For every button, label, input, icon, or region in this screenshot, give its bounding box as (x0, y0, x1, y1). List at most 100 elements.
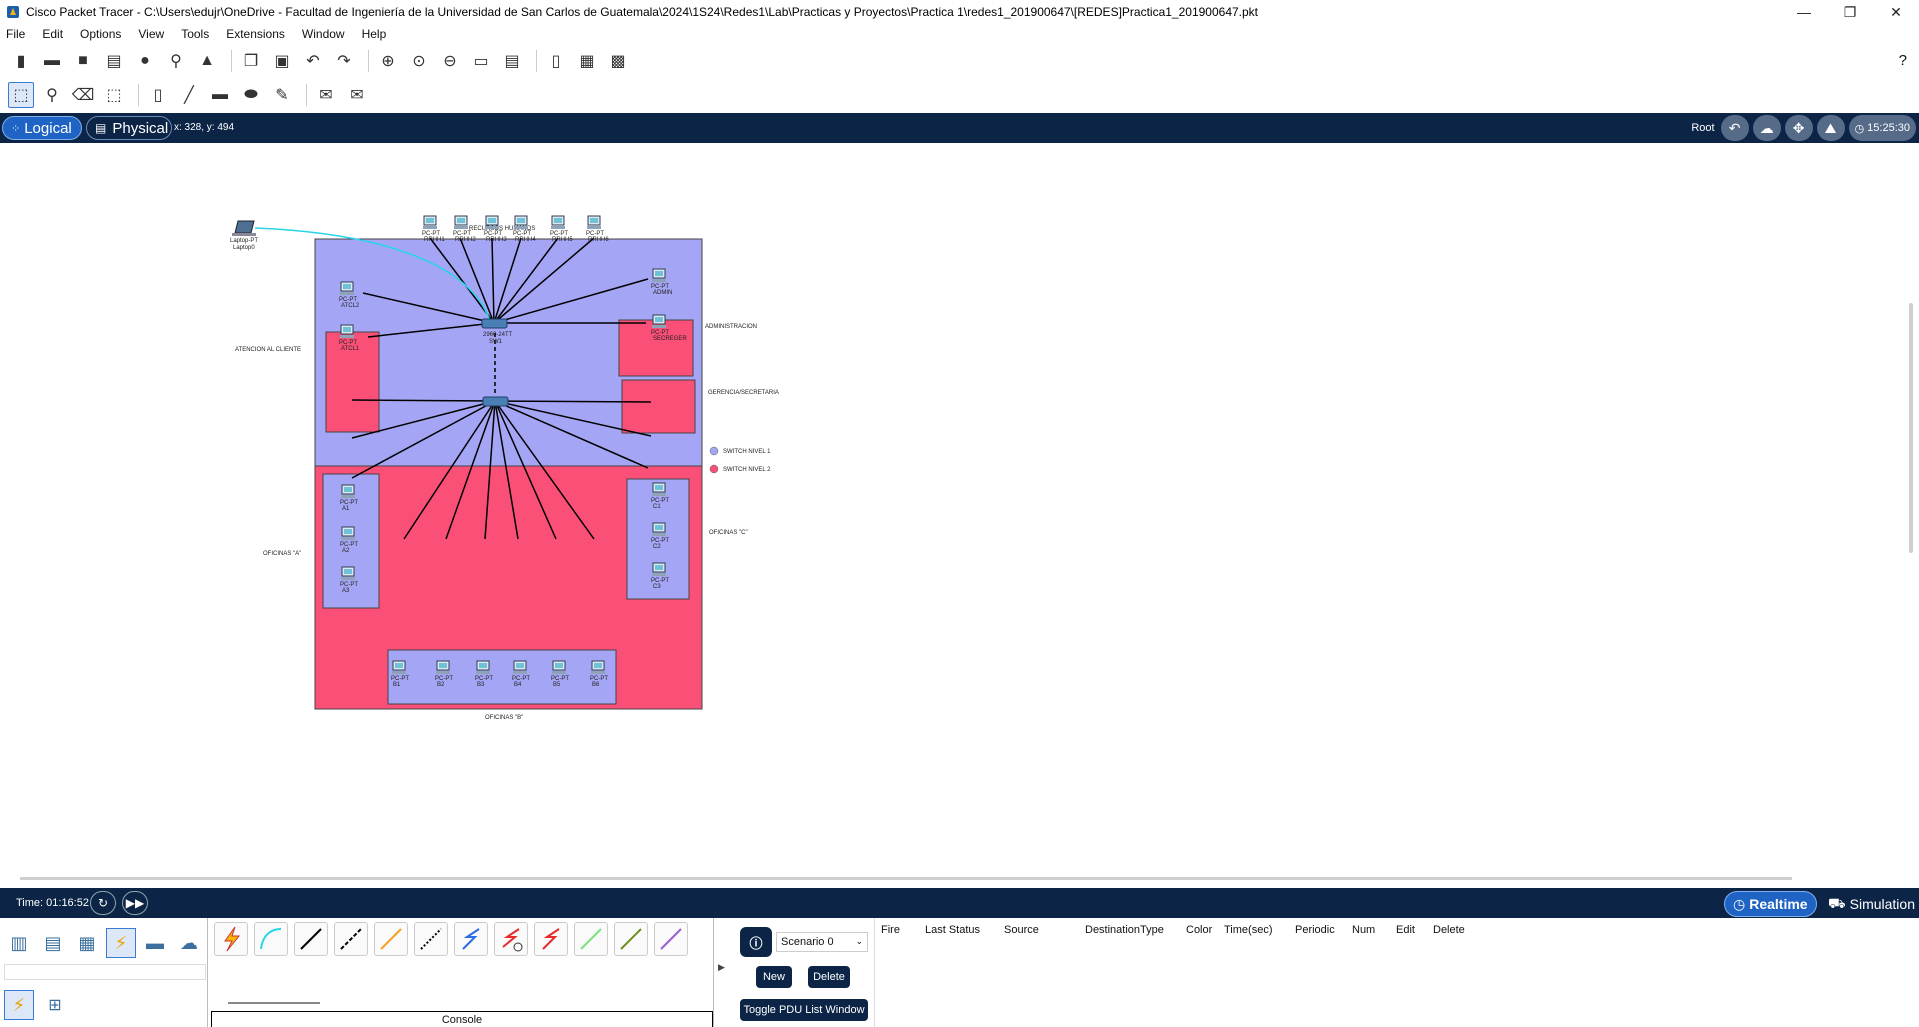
pc-rrhh5[interactable]: PC-PTRRHH5 (550, 215, 573, 243)
pc-rrhh1[interactable]: PC-PTRRHH1 (422, 215, 445, 243)
topology-canvas[interactable]: RECURSOS HUMANOS ATENCION AL CLIENTE ADM… (0, 143, 1919, 876)
network-devices-icon[interactable]: ▥ (4, 928, 34, 958)
toggle-pdu-list-button[interactable]: Toggle PDU List Window (740, 999, 868, 1021)
pc-name-label: B3 (477, 682, 485, 688)
menu-file[interactable]: File (6, 27, 25, 41)
draw-line-icon[interactable]: ╱ (176, 82, 202, 108)
viewport-icon[interactable]: ▯ (543, 48, 569, 74)
cluster-icon[interactable]: ▩ (605, 48, 631, 74)
set-background-icon[interactable]: ⛰ (1816, 115, 1845, 141)
zoom-reset-icon[interactable]: ⊙ (406, 48, 432, 74)
zoom-out-icon[interactable]: ⊖ (437, 48, 463, 74)
menu-view[interactable]: View (138, 27, 164, 41)
menu-extensions[interactable]: Extensions (226, 27, 285, 41)
paste-icon[interactable]: ▣ (269, 48, 295, 74)
horizontal-scrollbar[interactable] (20, 877, 1792, 880)
realtime-label: Realtime (1749, 896, 1808, 912)
label-gerencia: GERENCIA/SECRETARIA (708, 390, 779, 396)
gerencia-area[interactable] (621, 379, 696, 434)
copper-cross-over-icon[interactable] (334, 922, 368, 956)
zoom-in-icon[interactable]: ⊕ (375, 48, 401, 74)
menu-options[interactable]: Options (80, 27, 121, 41)
new-cluster-icon[interactable]: ☁ (1752, 115, 1781, 141)
phone-cable-icon[interactable] (414, 922, 448, 956)
switch-sw2[interactable] (482, 396, 509, 407)
logical-workspace[interactable]: RECURSOS HUMANOS ATENCION AL CLIENTE ADM… (0, 143, 1919, 876)
auto-connection-icon[interactable] (214, 922, 248, 956)
serial-dce-icon[interactable] (494, 922, 528, 956)
activity-wizard-icon[interactable]: ▲ (194, 48, 220, 74)
usb-cable-icon[interactable] (654, 922, 688, 956)
window-title: Cisco Packet Tracer - C:\Users\edujr\One… (26, 5, 1259, 19)
new-file-icon[interactable]: ▮ (8, 48, 34, 74)
console-cable-icon[interactable] (254, 922, 288, 956)
admin-area[interactable] (618, 319, 694, 377)
end-devices-icon[interactable]: ▤ (38, 928, 68, 958)
freeform-icon[interactable]: ✎ (269, 82, 295, 108)
delete-tool-icon[interactable]: ⌫ (70, 82, 96, 108)
scenario-select[interactable]: Scenario 0 ⌄ (776, 932, 868, 952)
add-simple-pdu-icon[interactable]: ✉ (313, 82, 339, 108)
tab-logical[interactable]: ⁘ Logical (2, 116, 82, 140)
console-tab[interactable]: Console (211, 1011, 713, 1027)
iot-custom-cable-icon[interactable] (614, 922, 648, 956)
back-icon[interactable]: ↶ (1720, 115, 1749, 141)
inspect-tool-icon[interactable]: ⚲ (39, 82, 65, 108)
power-cycle-icon[interactable]: ↻ (90, 891, 116, 915)
cable-scroll-handle[interactable] (228, 1002, 320, 1004)
resize-shape-icon[interactable]: ⬚ (101, 82, 127, 108)
fast-forward-icon[interactable]: ▶▶ (122, 891, 148, 915)
drawing-palette-icon[interactable]: ▭ (468, 48, 494, 74)
delete-scenario-button[interactable]: Delete (808, 966, 850, 988)
menu-edit[interactable]: Edit (42, 27, 63, 41)
coaxial-cable-icon[interactable] (454, 922, 488, 956)
add-complex-pdu-icon[interactable]: ✉ (344, 82, 370, 108)
fiber-icon[interactable] (374, 922, 408, 956)
pc-rrhh6[interactable]: PC-PTRRHH6 (586, 215, 609, 243)
connections-icon[interactable]: ⚡ (106, 928, 136, 958)
move-object-icon[interactable]: ✥ (1784, 115, 1813, 141)
print-icon[interactable]: ▤ (101, 48, 127, 74)
new-scenario-button[interactable]: New (756, 966, 792, 988)
components-icon[interactable]: ▦ (72, 928, 102, 958)
vertical-scrollbar[interactable] (1909, 303, 1913, 553)
custom-device-icon[interactable]: ▤ (499, 48, 525, 74)
simulation-button[interactable]: ⛟ Simulation (1820, 891, 1919, 917)
draw-rectangle-icon[interactable]: ▬ (207, 82, 233, 108)
undo-icon[interactable]: ↶ (300, 48, 326, 74)
open-folder-icon[interactable]: ▬ (39, 48, 65, 74)
device-search-field[interactable] (4, 964, 206, 980)
copper-straight-through-icon[interactable] (294, 922, 328, 956)
menu-help[interactable]: Help (362, 27, 387, 41)
select-tool-icon[interactable]: ⬚ (8, 82, 34, 108)
simulation-icon: ⛟ (1828, 894, 1846, 911)
menu-tools[interactable]: Tools (181, 27, 209, 41)
save-icon[interactable]: ■ (70, 48, 96, 74)
restore-button[interactable]: ❐ (1827, 0, 1873, 24)
device-dialog-icon[interactable]: ▦ (574, 48, 600, 74)
menu-window[interactable]: Window (302, 27, 345, 41)
laptop-device[interactable]: Laptop-PT Laptop0 (230, 220, 258, 251)
serial-dte-icon[interactable] (534, 922, 568, 956)
connections-subtype-icon[interactable]: ⚡ (4, 990, 34, 1020)
col-time: Time(sec) (1224, 924, 1273, 936)
miscellaneous-icon[interactable]: ▬ (140, 928, 170, 958)
clock-button[interactable]: ◷ 15:25:30 (1848, 115, 1916, 141)
tab-physical[interactable]: ▤ Physical (86, 116, 172, 140)
close-button[interactable]: ✕ (1873, 0, 1919, 24)
scenario-info-icon[interactable]: ⓘ (740, 927, 772, 957)
minimize-button[interactable]: — (1781, 0, 1827, 24)
octal-cable-icon[interactable] (574, 922, 608, 956)
help-icon[interactable]: ? (1899, 52, 1907, 69)
copy-icon[interactable]: ❐ (238, 48, 264, 74)
draw-ellipse-icon[interactable]: ⬬ (238, 82, 264, 108)
structured-cabling-icon[interactable]: ⊞ (40, 990, 70, 1020)
info-icon[interactable]: ● (132, 48, 158, 74)
network-wizard-icon[interactable]: ⚲ (163, 48, 189, 74)
realtime-button[interactable]: ◷ Realtime (1724, 891, 1817, 917)
pc-name-label: C1 (653, 504, 661, 510)
multiuser-icon[interactable]: ☁ (174, 928, 204, 958)
oficinas-b-area[interactable] (387, 649, 617, 705)
redo-icon[interactable]: ↷ (331, 48, 357, 74)
place-note-icon[interactable]: ▯ (145, 82, 171, 108)
